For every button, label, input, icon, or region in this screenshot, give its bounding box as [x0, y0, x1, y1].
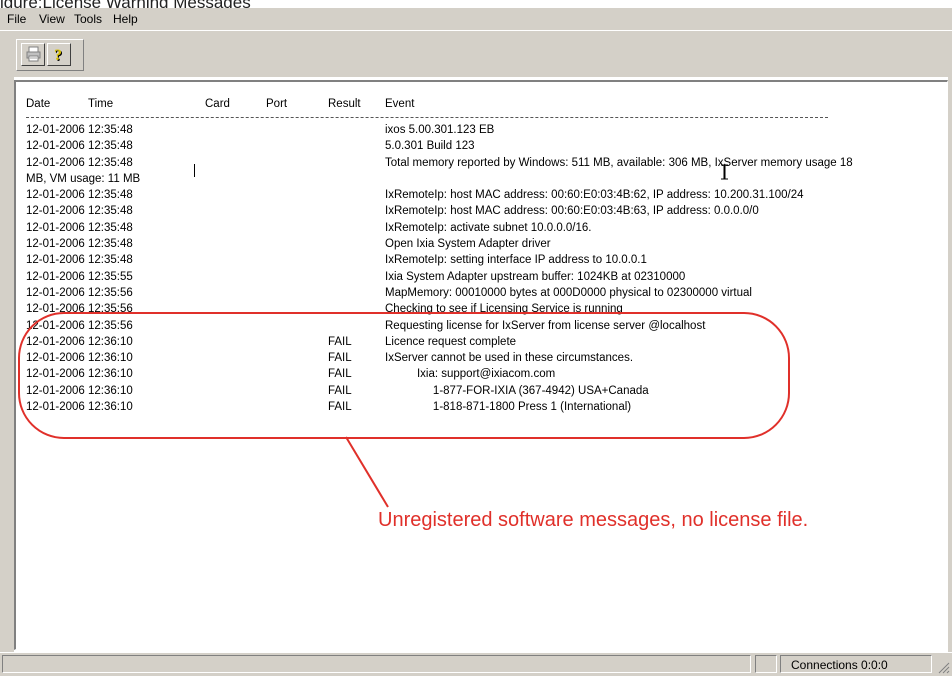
help-button[interactable]: ? ?	[47, 43, 71, 66]
menu-tools[interactable]: Tools	[74, 12, 102, 26]
annotation-text: Unregistered software messages, no licen…	[378, 509, 809, 531]
help-icon: ? ?	[54, 47, 63, 63]
window-frame-left	[0, 76, 14, 652]
connections-label: Connections 0:0:0	[791, 658, 888, 672]
log-event: Total memory reported by Windows: 511 MB…	[385, 156, 853, 169]
log-event: IxRemoteIp: host MAC address: 00:60:E0:0…	[385, 189, 804, 202]
log-event: IxRemoteIp: setting interface IP address…	[385, 254, 647, 267]
print-button[interactable]	[21, 43, 45, 66]
callout-line	[345, 436, 389, 508]
status-indicator	[755, 655, 777, 673]
window-frame-right	[948, 76, 952, 652]
status-main	[2, 655, 751, 673]
toolbar-button-group: ? ?	[16, 39, 84, 71]
status-bar: Connections 0:0:0	[0, 652, 952, 676]
log-view[interactable]: Date Time Card Port Result Event 12-01-2…	[14, 80, 948, 650]
resize-grip-icon[interactable]	[938, 662, 950, 674]
log-event: IxRemoteIp: host MAC address: 00:60:E0:0…	[385, 205, 759, 218]
menu-view[interactable]: View	[39, 12, 65, 26]
status-connections: Connections 0:0:0	[780, 655, 932, 673]
print-icon	[26, 46, 41, 62]
log-event: MapMemory: 00010000 bytes at 000D0000 ph…	[385, 286, 752, 299]
log-event: Ixia System Adapter upstream buffer: 102…	[385, 270, 686, 283]
ibeam-cursor-icon	[721, 164, 728, 180]
menu-help[interactable]: Help	[113, 12, 138, 26]
menu-file[interactable]: File	[7, 12, 26, 26]
toolbar: ? ?	[0, 30, 952, 77]
svg-text:?: ?	[54, 47, 62, 63]
menu-bar: File View Tools Help	[0, 8, 952, 30]
